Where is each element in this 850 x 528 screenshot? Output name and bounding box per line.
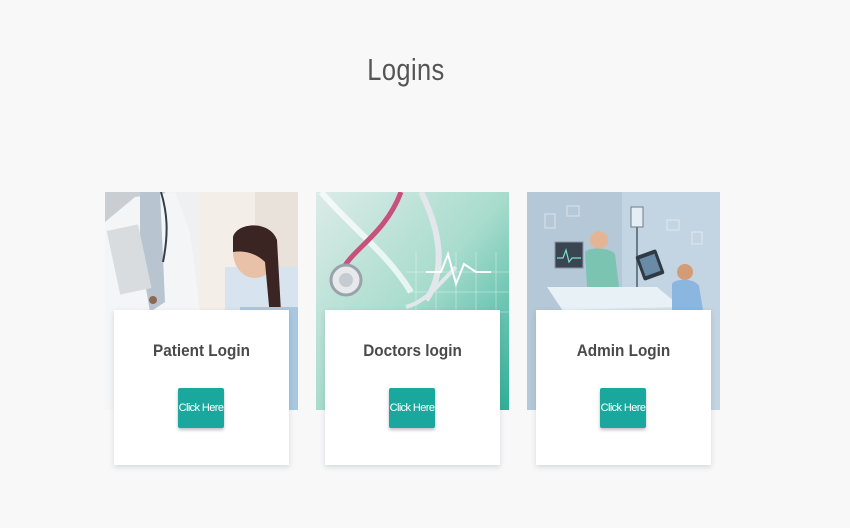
admin-login-button[interactable]: Click Here: [600, 388, 646, 428]
doctors-login-card: Doctors login Click Here: [316, 192, 509, 467]
patient-login-card: Patient Login Click Here: [105, 192, 298, 467]
doctors-login-button[interactable]: Click Here: [389, 388, 435, 428]
doctors-login-panel: Doctors login Click Here: [325, 310, 500, 465]
admin-login-title: Admin Login: [576, 341, 671, 360]
admin-login-panel: Admin Login Click Here: [536, 310, 711, 465]
patient-login-button[interactable]: Click Here: [178, 388, 224, 428]
page-title: Logins: [367, 52, 445, 87]
doctors-login-title: Doctors login: [363, 341, 462, 360]
admin-login-card: Admin Login Click Here: [527, 192, 720, 467]
patient-login-panel: Patient Login Click Here: [114, 310, 289, 465]
patient-login-title: Patient Login: [153, 341, 250, 360]
